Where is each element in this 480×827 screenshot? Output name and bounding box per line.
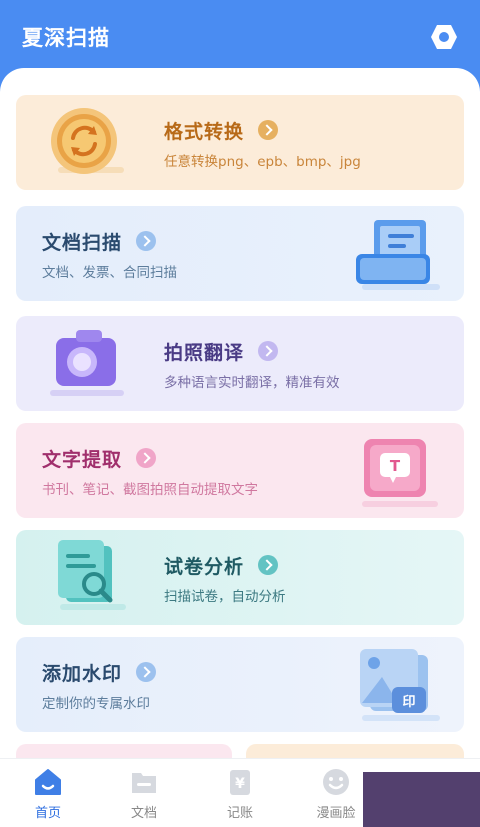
card-title: 拍照翻译	[164, 342, 245, 364]
arrow-right-icon	[258, 555, 278, 575]
card-desc: 多种语言实时翻译，精准有效	[164, 375, 340, 391]
overlay-block	[363, 772, 480, 827]
tab-label: 文档	[130, 806, 157, 821]
smiley-face-icon	[321, 767, 351, 797]
main-sheet: 格式转换 任意转换png、epb、bmp、jpg 文档扫描 文档、发票、合同扫描	[0, 68, 480, 758]
card-desc: 书刊、笔记、截图拍照自动提取文字	[42, 482, 258, 498]
arrow-right-icon	[136, 662, 156, 682]
svg-text:¥: ¥	[235, 776, 245, 792]
card-desc: 定制你的专属水印	[42, 696, 150, 712]
card-doc-scan[interactable]: 文档扫描 文档、发票、合同扫描	[16, 206, 464, 301]
card-title: 添加水印	[42, 663, 123, 685]
card-text-extract[interactable]: 文字提取 书刊、笔记、截图拍照自动提取文字 T	[16, 423, 464, 518]
scanner-icon	[352, 216, 442, 298]
arrow-right-icon	[136, 231, 156, 251]
app-header: 夏深扫描	[0, 0, 480, 75]
card-peek-right[interactable]	[246, 744, 464, 758]
tab-label: 首页	[34, 806, 61, 821]
tab-label: 记账	[226, 806, 253, 821]
home-icon	[33, 767, 63, 797]
card-title: 文字提取	[42, 449, 123, 471]
yen-ledger-icon: ¥	[225, 767, 255, 797]
app-title: 夏深扫描	[22, 26, 110, 50]
text-bubble-icon: T	[352, 433, 442, 515]
folder-icon	[129, 767, 159, 797]
card-title: 格式转换	[164, 121, 245, 143]
card-title: 文档扫描	[42, 232, 123, 254]
tab-documents[interactable]: 文档	[96, 759, 192, 827]
card-photo-translate[interactable]: 拍照翻译 多种语言实时翻译，精准有效	[16, 316, 464, 411]
svg-text:印: 印	[402, 695, 415, 710]
card-title: 试卷分析	[164, 556, 245, 578]
paper-search-icon	[46, 538, 132, 622]
card-peek-left[interactable]	[16, 744, 232, 758]
svg-text:T: T	[390, 457, 401, 475]
arrow-right-icon	[258, 120, 278, 140]
card-desc: 任意转换png、epb、bmp、jpg	[164, 154, 361, 170]
card-format-convert[interactable]: 格式转换 任意转换png、epb、bmp、jpg	[16, 95, 464, 190]
arrow-right-icon	[136, 448, 156, 468]
card-desc: 文档、发票、合同扫描	[42, 265, 177, 281]
watermark-image-icon: 印	[352, 647, 442, 729]
settings-icon[interactable]	[430, 24, 458, 50]
camera-icon	[42, 326, 132, 408]
arrow-right-icon	[258, 341, 278, 361]
tab-ledger[interactable]: ¥ 记账	[192, 759, 288, 827]
tab-home[interactable]: 首页	[0, 759, 96, 827]
card-add-watermark[interactable]: 添加水印 定制你的专属水印 印	[16, 637, 464, 732]
card-desc: 扫描试卷，自动分析	[164, 589, 286, 605]
card-exam-analysis[interactable]: 试卷分析 扫描试卷，自动分析	[16, 530, 464, 625]
sync-coin-icon	[46, 105, 126, 185]
